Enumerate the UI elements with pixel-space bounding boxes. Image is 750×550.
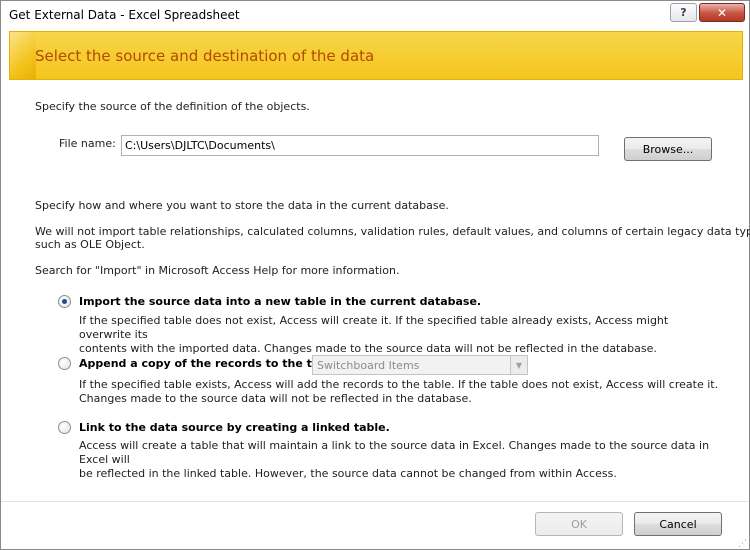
browse-button[interactable]: Browse... [624,137,712,161]
help-button[interactable]: ? [670,3,697,22]
radio-append-records[interactable] [58,357,71,370]
option-append-desc-line2: Changes made to the source data will not… [79,392,472,405]
append-table-select: Switchboard Items ▼ [312,355,528,375]
option-link-desc-line2: be reflected in the linked table. Howeve… [79,467,617,480]
resize-grip-icon[interactable]: ⋰ [738,539,748,549]
option-append-description: If the specified table exists, Access wi… [79,378,719,406]
source-intro: Specify the source of the definition of … [35,100,310,113]
append-table-select-value: Switchboard Items [317,359,420,372]
option-import-desc-line2: contents with the imported data. Changes… [79,342,657,355]
option-import-label[interactable]: Import the source data into a new table … [79,295,481,308]
file-name-input[interactable] [121,135,599,156]
option-append-label[interactable]: Append a copy of the records to the tabl… [79,357,343,370]
option-append-desc-line1: If the specified table exists, Access wi… [79,378,719,391]
import-dialog: Get External Data - Excel Spreadsheet ? … [0,0,750,550]
dialog-content: Specify the source of the definition of … [9,80,750,500]
option-link-label[interactable]: Link to the data source by creating a li… [79,421,390,434]
chevron-down-icon: ▼ [510,356,527,374]
title-bar: Get External Data - Excel Spreadsheet ? … [1,1,749,31]
option-link-description: Access will create a table that will mai… [79,439,719,481]
footer-divider [1,501,749,502]
radio-import-new-table[interactable] [58,295,71,308]
storage-intro: Specify how and where you want to store … [35,199,449,212]
window-title: Get External Data - Excel Spreadsheet [9,8,240,22]
import-limitations-line2: such as OLE Object. [35,238,145,251]
import-limitations-line1: We will not import table relationships, … [35,225,750,238]
help-hint: Search for "Import" in Microsoft Access … [35,264,400,277]
cancel-button[interactable]: Cancel [634,512,722,536]
file-name-label: File name: [59,137,116,150]
radio-link-table[interactable] [58,421,71,434]
option-import-description: If the specified table does not exist, A… [79,314,719,356]
close-button[interactable]: ✕ [699,3,745,22]
banner-decoration [10,32,36,79]
option-link-desc-line1: Access will create a table that will mai… [79,439,710,466]
option-import-desc-line1: If the specified table does not exist, A… [79,314,669,341]
banner-title: Select the source and destination of the… [35,47,375,65]
ok-button[interactable]: OK [535,512,623,536]
header-banner: Select the source and destination of the… [9,31,743,80]
